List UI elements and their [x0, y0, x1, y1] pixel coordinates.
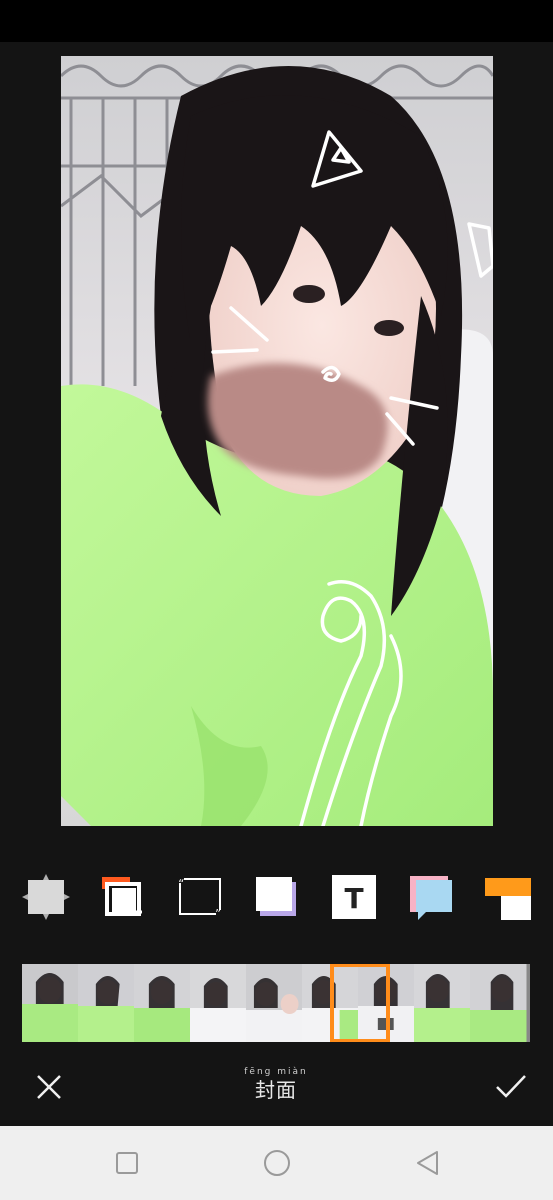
template-quote-frame-icon: “ ”: [177, 876, 223, 921]
triangle-back-icon: [417, 1151, 438, 1175]
frame-thumbnail[interactable]: [246, 964, 303, 1042]
template-speech-card[interactable]: [404, 866, 458, 928]
template-stacked-card[interactable]: [250, 866, 304, 928]
title-pinyin: fēng miàn: [244, 1067, 308, 1077]
frame-thumbnail[interactable]: [470, 964, 527, 1042]
toolbar-title: fēng miàn 封面: [226, 1066, 326, 1102]
video-frame-filmstrip[interactable]: [22, 964, 530, 1042]
template-orange-card-icon: [485, 878, 531, 920]
template-none[interactable]: [19, 866, 73, 928]
editor-canvas: [0, 42, 553, 860]
template-speech-card-icon: [410, 876, 452, 920]
template-text-icon: T: [332, 875, 376, 919]
frame-thumbnail[interactable]: [190, 964, 247, 1042]
frame-thumbnail[interactable]: [78, 964, 135, 1042]
back-button[interactable]: [413, 1148, 443, 1178]
bottom-toolbar: fēng miàn 封面: [0, 1048, 553, 1126]
template-stacked-card-icon: [256, 877, 296, 916]
frame-thumbnail[interactable]: [22, 964, 79, 1042]
close-button[interactable]: [28, 1066, 70, 1108]
circle-icon: [264, 1150, 290, 1176]
square-icon: [116, 1152, 138, 1174]
template-offset-frame[interactable]: [96, 866, 150, 928]
template-text[interactable]: T: [327, 866, 381, 928]
template-orange-card[interactable]: [481, 866, 535, 928]
checkmark-icon: [496, 1075, 526, 1098]
status-bar: [0, 0, 553, 42]
confirm-button[interactable]: [490, 1066, 532, 1108]
frame-thumbnail[interactable]: [414, 964, 471, 1042]
close-icon: [37, 1075, 61, 1099]
frame-thumbnail[interactable]: [134, 964, 191, 1042]
page-title: 封面: [255, 1078, 297, 1102]
home-button[interactable]: [262, 1148, 292, 1178]
system-navigation-bar: [0, 1126, 553, 1200]
cover-photo: [61, 56, 493, 826]
recent-apps-button[interactable]: [112, 1148, 142, 1178]
svg-text:T: T: [344, 882, 363, 915]
template-none-icon: [22, 874, 70, 920]
template-quote-frame[interactable]: “ ”: [173, 866, 227, 928]
template-offset-frame-icon: [102, 877, 142, 916]
svg-text:”: ”: [215, 907, 221, 921]
cover-template-row: “ ” T: [0, 866, 553, 928]
svg-text:“: “: [178, 877, 184, 891]
selected-frame-indicator[interactable]: [331, 964, 389, 1042]
cover-photo-preview[interactable]: [61, 56, 493, 826]
